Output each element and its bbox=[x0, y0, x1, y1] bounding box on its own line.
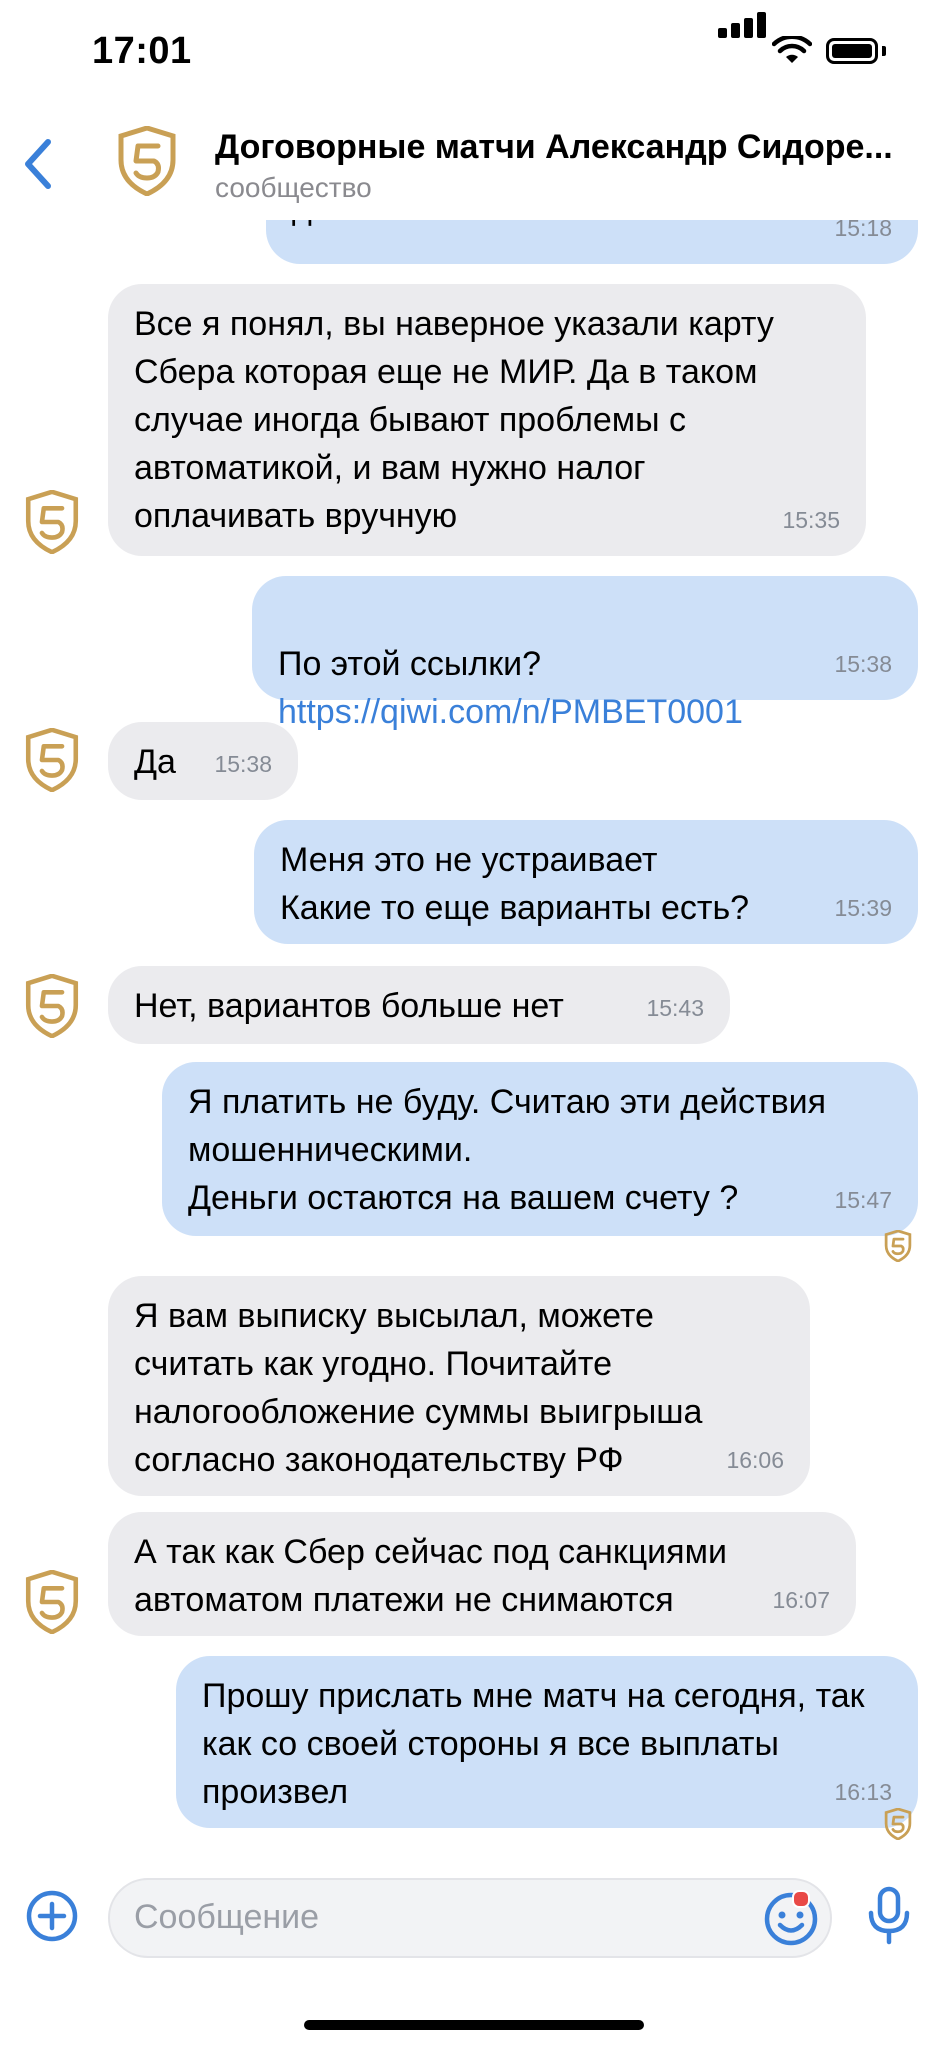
message-time: 15:35 bbox=[782, 507, 840, 533]
message-text: Я вам выписку высылал, можете считать ка… bbox=[134, 1297, 703, 1479]
message-text: действия bbox=[292, 220, 892, 232]
status-time: 17:01 bbox=[92, 30, 192, 72]
notification-dot bbox=[792, 1890, 810, 1908]
message-bubble-outgoing[interactable]: Я платить не буду. Считаю эти действия м… bbox=[162, 1062, 918, 1236]
message-bubble-outgoing[interactable]: действия 15:18 bbox=[266, 220, 918, 264]
message-text: А так как Сбер сейчас под санкциями авто… bbox=[134, 1533, 727, 1619]
message-input-placeholder: Сообщение bbox=[134, 1898, 320, 1936]
message-bubble-incoming[interactable]: Я вам выписку высылал, можете считать ка… bbox=[108, 1276, 810, 1496]
message-text: Нет, вариантов больше нет bbox=[134, 987, 564, 1025]
battery-icon bbox=[826, 38, 878, 64]
message-time: 15:39 bbox=[834, 895, 892, 921]
chat-header: Договорные матчи Александр Сидоре... соо… bbox=[0, 100, 947, 220]
community-avatar-logo-icon[interactable] bbox=[116, 126, 178, 196]
sticker-emoji-icon[interactable] bbox=[762, 1890, 820, 1948]
message-time: 15:38 bbox=[834, 651, 892, 677]
message-bubble-outgoing[interactable]: Меня это не устраивает Какие то еще вари… bbox=[254, 820, 918, 944]
sender-avatar-logo-icon[interactable] bbox=[24, 490, 80, 554]
sender-avatar-logo-icon[interactable] bbox=[24, 1570, 80, 1634]
status-bar: 17:01 bbox=[0, 0, 947, 100]
chat-title[interactable]: Договорные матчи Александр Сидоре... bbox=[215, 128, 893, 167]
sender-avatar-logo-icon[interactable] bbox=[24, 974, 80, 1038]
message-text: Прошу прислать мне матч на сегодня, так … bbox=[202, 1677, 865, 1811]
read-receipt-avatar-icon bbox=[884, 1230, 912, 1262]
message-text: Я платить не буду. Считаю эти действия м… bbox=[188, 1083, 827, 1217]
message-time: 15:18 bbox=[834, 220, 892, 241]
message-bubble-incoming[interactable]: Все я понял, вы наверное указали карту С… bbox=[108, 284, 866, 556]
message-bubble-incoming[interactable]: Нет, вариантов больше нет 15:43 bbox=[108, 966, 730, 1044]
message-list[interactable]: действия 15:18 Все я понял, вы наверное … bbox=[0, 220, 947, 1860]
message-time: 15:47 bbox=[834, 1187, 892, 1213]
wifi-icon bbox=[772, 36, 812, 63]
message-bubble-outgoing[interactable]: Прошу прислать мне матч на сегодня, так … bbox=[176, 1656, 918, 1828]
message-time: 16:06 bbox=[726, 1447, 784, 1473]
message-time: 16:07 bbox=[772, 1587, 830, 1613]
message-bubble-outgoing[interactable]: По этой ссылки? https://qiwi.com/n/PMBET… bbox=[252, 576, 918, 731]
home-indicator bbox=[304, 2020, 644, 2030]
message-time: 15:43 bbox=[646, 995, 704, 1021]
back-chevron-icon[interactable] bbox=[20, 136, 56, 192]
message-text: Меня это не устраивает Какие то еще вари… bbox=[280, 841, 750, 927]
chat-subtitle: сообщество bbox=[215, 172, 372, 203]
microphone-icon[interactable] bbox=[864, 1886, 914, 1946]
message-time: 15:38 bbox=[214, 751, 272, 777]
read-receipt-avatar-icon bbox=[884, 1808, 912, 1840]
message-bubble-incoming[interactable]: А так как Сбер сейчас под санкциями авто… bbox=[108, 1512, 856, 1636]
message-link[interactable]: https://qiwi.com/n/PMBET0001 bbox=[278, 693, 743, 731]
message-bubble-incoming[interactable]: Да 15:38 bbox=[108, 722, 298, 800]
message-text: Все я понял, вы наверное указали карту С… bbox=[134, 305, 774, 535]
add-attachment-icon[interactable] bbox=[26, 1890, 78, 1942]
message-text: По этой ссылки? bbox=[278, 645, 541, 683]
message-input[interactable]: Сообщение bbox=[108, 1878, 832, 1958]
sender-avatar-logo-icon[interactable] bbox=[24, 728, 80, 792]
message-composer: Сообщение bbox=[0, 1860, 947, 2048]
